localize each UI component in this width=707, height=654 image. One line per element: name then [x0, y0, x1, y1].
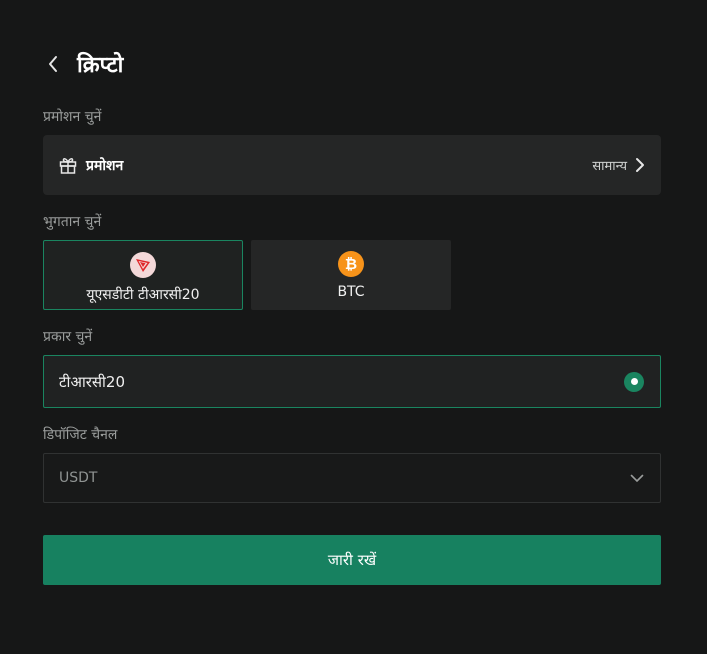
payment-option-label: यूएसडीटी टीआरसी20 — [86, 287, 200, 303]
payment-option-label: BTC — [337, 284, 365, 300]
gift-icon — [59, 158, 77, 174]
header: क्रिप्टो — [43, 46, 123, 82]
deposit-channel-section-label: डिपॉजिट चैनल — [43, 427, 118, 443]
promotion-left: प्रमोशन — [58, 155, 123, 175]
promotion-label: प्रमोशन — [86, 157, 124, 174]
page-title: क्रिप्टो — [77, 53, 124, 78]
bitcoin-coin-icon: ₿ — [338, 251, 364, 277]
radio-selected-icon — [624, 371, 644, 392]
back-button[interactable] — [43, 46, 63, 82]
chevron-down-icon — [630, 474, 644, 483]
continue-button[interactable]: जारी रखें — [43, 535, 661, 585]
promotion-right: सामान्य — [592, 156, 645, 174]
promotion-section-label: प्रमोशन चुनें — [43, 109, 102, 125]
tron-coin-icon — [130, 252, 156, 278]
promotion-selector[interactable]: प्रमोशन सामान्य — [43, 135, 661, 195]
deposit-channel-value: USDT — [59, 470, 98, 486]
type-option-label: टीआरसी20 — [59, 372, 126, 391]
deposit-channel-select[interactable]: USDT — [43, 453, 661, 503]
chevron-left-icon — [49, 56, 57, 72]
type-option-trc20[interactable]: टीआरसी20 — [43, 355, 661, 408]
chevron-right-icon — [636, 158, 644, 172]
payment-option-usdt-trc20[interactable]: यूएसडीटी टीआरसी20 — [43, 240, 243, 310]
promotion-value: सामान्य — [592, 159, 627, 174]
type-section-label: प्रकार चुनें — [43, 329, 93, 345]
payment-option-btc[interactable]: ₿ BTC — [251, 240, 451, 310]
payment-section-label: भुगतान चुनें — [43, 214, 102, 230]
